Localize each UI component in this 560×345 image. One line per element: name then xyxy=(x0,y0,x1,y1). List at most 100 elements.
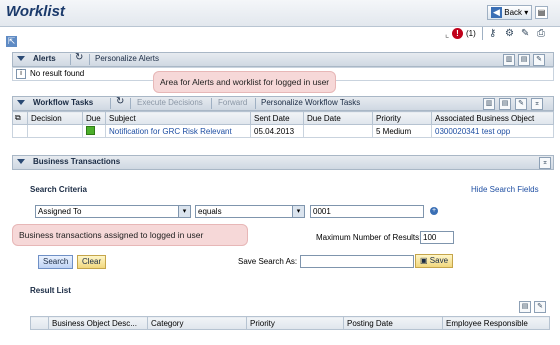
forward-button[interactable]: Forward xyxy=(218,98,247,107)
personalize-alerts-button[interactable]: Personalize Alerts xyxy=(95,54,159,63)
info-icon: i xyxy=(16,69,26,79)
add-criteria-icon[interactable]: + xyxy=(430,207,438,215)
select-all-cell[interactable] xyxy=(30,316,49,330)
select-all-icon[interactable]: ⧉ xyxy=(12,111,28,125)
refresh-icon[interactable]: ↻ xyxy=(75,52,83,63)
field-select-value: Assigned To xyxy=(38,207,82,216)
edit-icon[interactable]: ✎ xyxy=(534,301,546,313)
save-button-label: Save xyxy=(429,256,449,265)
column-header[interactable]: Sent Date xyxy=(250,111,304,125)
key-icon[interactable]: ⚷ xyxy=(489,28,496,39)
back-arrow-icon: ◀ xyxy=(491,7,502,18)
minimize-icon[interactable]: ⌅ xyxy=(531,98,543,110)
personalize-workflow-button[interactable]: Personalize Workflow Tasks xyxy=(261,98,360,107)
alerts-section-header[interactable]: Alerts ↻ Personalize Alerts ▥ ▤ ✎ xyxy=(12,52,554,67)
header-toolbar: ⇱ ⌞ ! (1) ⚷ ⚙ ✎ ⎙ xyxy=(0,27,560,47)
column-header[interactable]: Employee Responsible xyxy=(442,316,550,330)
export-icon[interactable]: ▤ xyxy=(499,98,511,110)
column-header[interactable]: Business Object Desc... xyxy=(48,316,148,330)
disk-icon: ▣ xyxy=(420,256,428,265)
chevron-down-icon[interactable]: ▾ xyxy=(292,206,304,217)
chart-icon[interactable]: ▥ xyxy=(503,54,515,66)
max-results-input[interactable]: 100 xyxy=(420,231,454,244)
alerts-title: Alerts xyxy=(33,54,56,63)
export-icon[interactable]: ▤ xyxy=(519,301,531,313)
page-title: Worklist xyxy=(6,3,65,20)
table-row[interactable]: Notification for GRC Risk Relevant 05.04… xyxy=(12,124,554,138)
business-title: Business Transactions xyxy=(33,157,121,166)
collapse-triangle-icon[interactable] xyxy=(17,159,25,164)
chart-icon[interactable]: ▥ xyxy=(483,98,495,110)
chevron-down-icon: ▾ xyxy=(524,8,529,17)
save-search-label: Save Search As: xyxy=(238,257,298,266)
field-select[interactable]: Assigned To ▾ xyxy=(35,205,191,218)
save-search-input[interactable] xyxy=(300,255,414,268)
divider xyxy=(130,98,131,109)
edit-icon[interactable]: ✎ xyxy=(533,54,545,66)
wrench-icon[interactable]: ⚙ xyxy=(505,28,514,39)
column-header[interactable]: Associated Business Object xyxy=(431,111,554,125)
save-button[interactable]: ▣ Save xyxy=(415,254,454,268)
workflow-section-header[interactable]: Workflow Tasks ↻ Execute Decisions Forwa… xyxy=(12,96,554,111)
business-object-link[interactable]: 0300020341 test opp xyxy=(431,124,554,138)
menu-icon[interactable]: ▤ xyxy=(535,6,548,19)
divider xyxy=(89,54,90,65)
cursor-icon: ⌞ xyxy=(445,29,450,39)
result-table: Business Object Desc... Category Priorit… xyxy=(30,316,550,330)
operator-select[interactable]: equals ▾ xyxy=(195,205,305,218)
collapse-triangle-icon[interactable] xyxy=(17,100,25,105)
divider xyxy=(211,98,212,109)
refresh-icon[interactable]: ↻ xyxy=(116,96,124,107)
column-header[interactable]: Priority xyxy=(372,111,432,125)
value-input[interactable]: 0001 xyxy=(310,205,424,218)
divider xyxy=(255,98,256,109)
result-list-label: Result List xyxy=(30,286,71,295)
pencil-icon[interactable]: ✎ xyxy=(521,28,529,39)
expand-icon[interactable]: ⇱ xyxy=(6,36,17,47)
row-selector[interactable] xyxy=(12,124,28,138)
column-header[interactable]: Category xyxy=(147,316,247,330)
minimize-icon[interactable]: ⌅ xyxy=(539,157,551,169)
alert-icon[interactable]: ! xyxy=(452,28,463,39)
clear-button[interactable]: Clear xyxy=(77,255,107,269)
due-cell xyxy=(82,124,106,138)
status-green-icon xyxy=(86,125,95,135)
divider xyxy=(110,98,111,109)
column-header[interactable]: Subject xyxy=(105,111,251,125)
value-input-text: 0001 xyxy=(313,207,331,216)
column-header[interactable]: Decision xyxy=(27,111,83,125)
execute-decisions-button[interactable]: Execute Decisions xyxy=(137,98,203,107)
back-button-label: Back xyxy=(504,8,523,17)
decision-cell xyxy=(27,124,83,138)
hide-search-fields-link[interactable]: Hide Search Fields xyxy=(471,185,539,194)
print-icon[interactable]: ⎙ xyxy=(537,28,545,39)
workflow-table: ⧉ Decision Due Subject Sent Date Due Dat… xyxy=(12,111,554,138)
toolbar-divider xyxy=(482,27,483,40)
due-date-cell xyxy=(303,124,373,138)
column-header[interactable]: Priority xyxy=(246,316,344,330)
search-button[interactable]: Search xyxy=(38,255,74,269)
chevron-down-icon[interactable]: ▾ xyxy=(178,206,190,217)
column-header[interactable]: Due xyxy=(82,111,106,125)
divider xyxy=(70,54,71,65)
search-criteria-label: Search Criteria xyxy=(30,185,87,194)
export-icon[interactable]: ▤ xyxy=(518,54,530,66)
column-header[interactable]: Posting Date xyxy=(343,316,443,330)
business-section-header[interactable]: Business Transactions ⌅ xyxy=(12,155,554,170)
sent-date-cell: 05.04.2013 xyxy=(250,124,304,138)
max-results-label: Maximum Number of Results: xyxy=(316,233,422,242)
column-header[interactable]: Due Date xyxy=(303,111,373,125)
page-header: Worklist ◀ Back ▾ ▤ xyxy=(0,0,560,27)
max-results-value: 100 xyxy=(423,233,437,242)
business-callout: Business transactions assigned to logged… xyxy=(12,224,248,246)
priority-cell: 5 Medium xyxy=(372,124,432,138)
alert-count: (1) xyxy=(466,29,476,38)
workflow-title: Workflow Tasks xyxy=(33,98,94,107)
subject-link[interactable]: Notification for GRC Risk Relevant xyxy=(105,124,251,138)
collapse-triangle-icon[interactable] xyxy=(17,56,25,61)
operator-select-value: equals xyxy=(198,207,222,216)
back-button[interactable]: ◀ Back ▾ xyxy=(487,5,533,20)
table-header-row: Business Object Desc... Category Priorit… xyxy=(30,316,550,330)
table-header-row: ⧉ Decision Due Subject Sent Date Due Dat… xyxy=(12,111,554,125)
edit-icon[interactable]: ✎ xyxy=(515,98,527,110)
